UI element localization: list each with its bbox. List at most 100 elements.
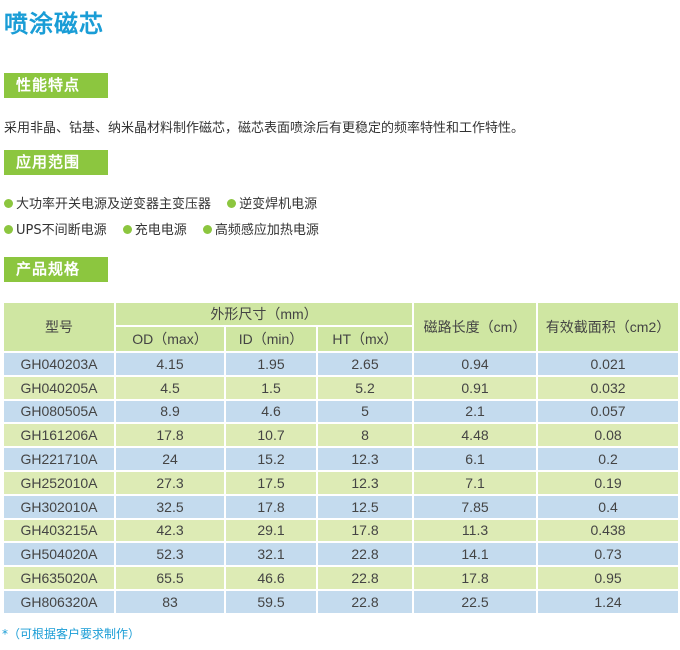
- cell-cross-section: 0.73: [536, 541, 680, 568]
- applications-row-2: UPS不间断电源 充电电源 高频感应加热电源: [4, 219, 331, 238]
- cell-od: 24: [114, 446, 226, 472]
- table-row: GH040203A 4.15 1.95 2.65 0.94 0.021: [2, 351, 680, 377]
- cell-id: 15.2: [224, 446, 318, 472]
- cell-ht: 12.5: [315, 493, 415, 520]
- header-ht: HT（mx）: [315, 325, 415, 353]
- cell-model: GH302010A: [2, 493, 116, 520]
- cell-cross-section: 0.95: [536, 565, 680, 591]
- application-item: 大功率开关电源及逆变器主变压器: [4, 193, 211, 212]
- cell-ht: 12.3: [315, 446, 415, 472]
- cell-path-length: 17.8: [412, 565, 539, 591]
- cell-model: GH161206A: [2, 422, 116, 449]
- cell-path-length: 2.1: [412, 398, 539, 425]
- header-dimensions: 外形尺寸（mm）: [113, 301, 415, 327]
- cell-od: 83: [114, 588, 226, 615]
- bullet-dot-icon: [4, 199, 13, 208]
- cell-cross-section: 0.2: [536, 446, 680, 472]
- cell-cross-section: 0.19: [536, 469, 680, 496]
- cell-path-length: 11.3: [412, 517, 539, 544]
- cell-path-length: 7.85: [412, 493, 539, 520]
- cell-ht: 5: [315, 398, 415, 425]
- cell-model: GH040205A: [2, 374, 116, 401]
- cell-model: GH080505A: [2, 398, 116, 425]
- cell-id: 10.7: [224, 422, 318, 449]
- cell-ht: 22.8: [315, 541, 415, 568]
- section-tag-features: 性能特点: [4, 73, 108, 98]
- table-row: GH635020A 65.5 46.6 22.8 17.8 0.95: [2, 565, 680, 591]
- cell-id: 32.1: [224, 541, 318, 568]
- header-id: ID（min）: [224, 325, 318, 353]
- cell-path-length: 0.91: [412, 374, 539, 401]
- cell-model: GH504020A: [2, 541, 116, 568]
- cell-od: 4.5: [114, 374, 226, 401]
- cell-ht: 2.65: [315, 351, 415, 377]
- footnote: *（可根据客户要求制作）: [2, 627, 141, 641]
- cell-id: 17.8: [224, 493, 318, 520]
- cell-model: GH040203A: [2, 351, 116, 377]
- table-row: GH221710A 24 15.2 12.3 6.1 0.2: [2, 446, 680, 472]
- cell-id: 4.6: [224, 398, 318, 425]
- cell-od: 52.3: [114, 541, 226, 568]
- page-title: 喷涂磁芯: [4, 10, 104, 38]
- applications-row-1: 大功率开关电源及逆变器主变压器 逆变焊机电源: [4, 193, 329, 212]
- cell-id: 46.6: [224, 565, 318, 591]
- table-row: GH040205A 4.5 1.5 5.2 0.91 0.032: [2, 374, 680, 401]
- cell-id: 1.95: [224, 351, 318, 377]
- spec-table-body: GH040203A 4.15 1.95 2.65 0.94 0.021 GH040205A 4…: [2, 351, 680, 615]
- cell-path-length: 4.48: [412, 422, 539, 449]
- cell-od: 17.8: [114, 422, 226, 449]
- table-row: GH080505A 8.9 4.6 5 2.1 0.057: [2, 398, 680, 425]
- cell-path-length: 0.94: [412, 351, 539, 377]
- cell-id: 59.5: [224, 588, 318, 615]
- application-item: 高频感应加热电源: [202, 219, 319, 238]
- cell-cross-section: 0.438: [536, 517, 680, 544]
- cell-model: GH221710A: [2, 446, 116, 472]
- cell-cross-section: 0.032: [536, 374, 680, 401]
- cell-cross-section: 0.021: [536, 351, 680, 377]
- table-row: GH806320A 83 59.5 22.8 22.5 1.24: [2, 588, 680, 615]
- table-row: GH403215A 42.3 29.1 17.8 11.3 0.438: [2, 517, 680, 544]
- features-description: 采用非晶、钴基、纳米晶材料制作磁芯，磁芯表面喷涂后有更稳定的频率特性和工作特性。: [4, 121, 525, 136]
- section-tag-specs: 产品规格: [4, 257, 108, 282]
- cell-ht: 22.8: [315, 588, 415, 615]
- spec-table: 型号 外形尺寸（mm） 磁路长度（cm） 有效截面积（cm2） OD（max） …: [2, 301, 680, 615]
- bullet-dot-icon: [4, 225, 13, 234]
- cell-ht: 22.8: [315, 565, 415, 591]
- cell-od: 65.5: [114, 565, 226, 591]
- cell-model: GH252010A: [2, 469, 116, 496]
- application-item: UPS不间断电源: [4, 219, 107, 238]
- table-row: GH302010A 32.5 17.8 12.5 7.85 0.4: [2, 493, 680, 520]
- header-od: OD（max）: [114, 325, 226, 353]
- section-tag-applications: 应用范围: [4, 150, 108, 175]
- header-path-length: 磁路长度（cm）: [412, 301, 539, 353]
- cell-id: 29.1: [224, 517, 318, 544]
- bullet-dot-icon: [202, 225, 212, 234]
- bullet-dot-icon: [227, 199, 237, 208]
- cell-cross-section: 1.24: [536, 588, 680, 615]
- cell-od: 8.9: [114, 398, 226, 425]
- cell-path-length: 14.1: [412, 541, 539, 568]
- cell-cross-section: 0.08: [536, 422, 680, 449]
- cell-od: 32.5: [114, 493, 226, 520]
- cell-cross-section: 0.057: [536, 398, 680, 425]
- cell-model: GH806320A: [2, 588, 116, 615]
- cell-path-length: 7.1: [412, 469, 539, 496]
- cell-path-length: 22.5: [412, 588, 539, 615]
- cell-ht: 17.8: [315, 517, 415, 544]
- application-item: 充电电源: [122, 219, 187, 238]
- bullet-dot-icon: [122, 225, 132, 234]
- cell-model: GH635020A: [2, 565, 116, 591]
- cell-od: 42.3: [114, 517, 226, 544]
- header-cross-section: 有效截面积（cm2）: [536, 301, 680, 353]
- cell-id: 1.5: [224, 374, 318, 401]
- header-model: 型号: [2, 301, 116, 353]
- cell-ht: 5.2: [315, 374, 415, 401]
- cell-id: 17.5: [224, 469, 318, 496]
- application-item: 逆变焊机电源: [227, 193, 317, 212]
- cell-od: 27.3: [114, 469, 226, 496]
- table-row: GH161206A 17.8 10.7 8 4.48 0.08: [2, 422, 680, 449]
- table-row: GH252010A 27.3 17.5 12.3 7.1 0.19: [2, 469, 680, 496]
- cell-od: 4.15: [114, 351, 226, 377]
- cell-cross-section: 0.4: [536, 493, 680, 520]
- cell-model: GH403215A: [2, 517, 116, 544]
